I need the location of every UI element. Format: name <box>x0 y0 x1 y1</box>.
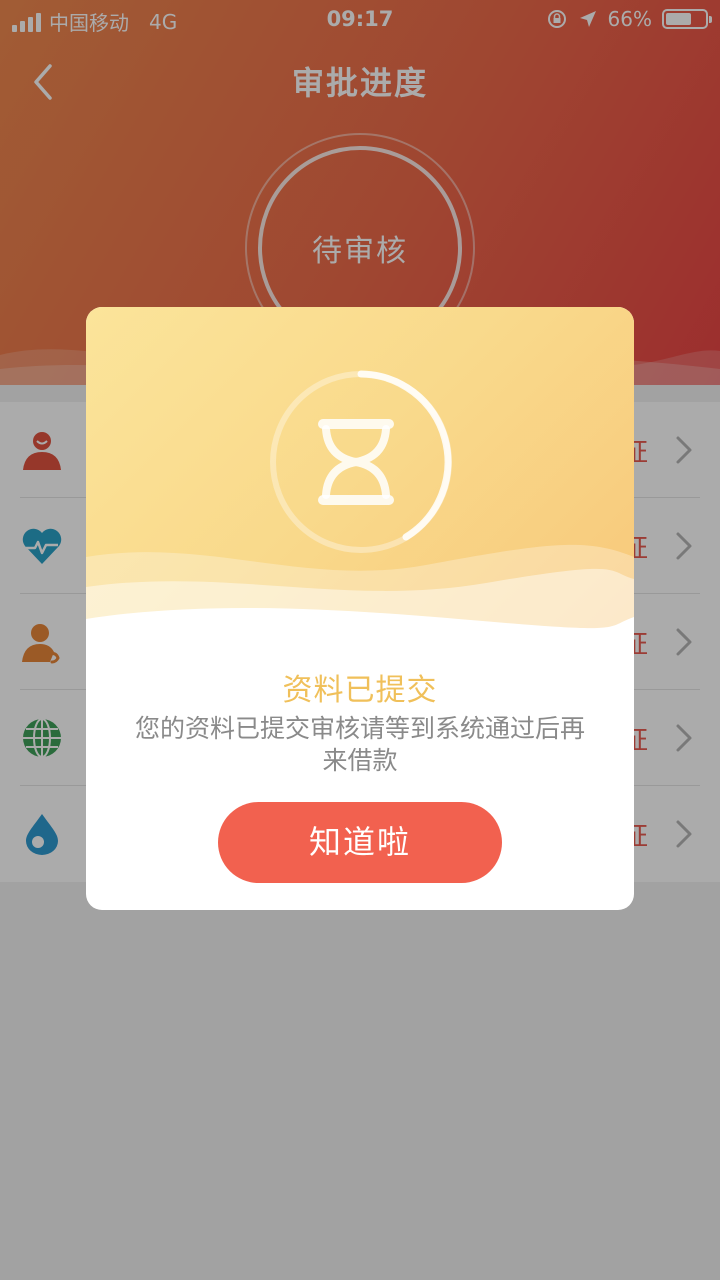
submitted-dialog: 资料已提交 您的资料已提交审核请等到系统通过后再来借款 知道啦 <box>86 307 634 910</box>
dialog-title: 资料已提交 <box>282 673 438 708</box>
acknowledge-button[interactable]: 知道啦 <box>218 802 502 883</box>
dialog-message: 您的资料已提交审核请等到系统通过后再来借款 <box>134 714 585 775</box>
hourglass-icon <box>270 370 452 553</box>
